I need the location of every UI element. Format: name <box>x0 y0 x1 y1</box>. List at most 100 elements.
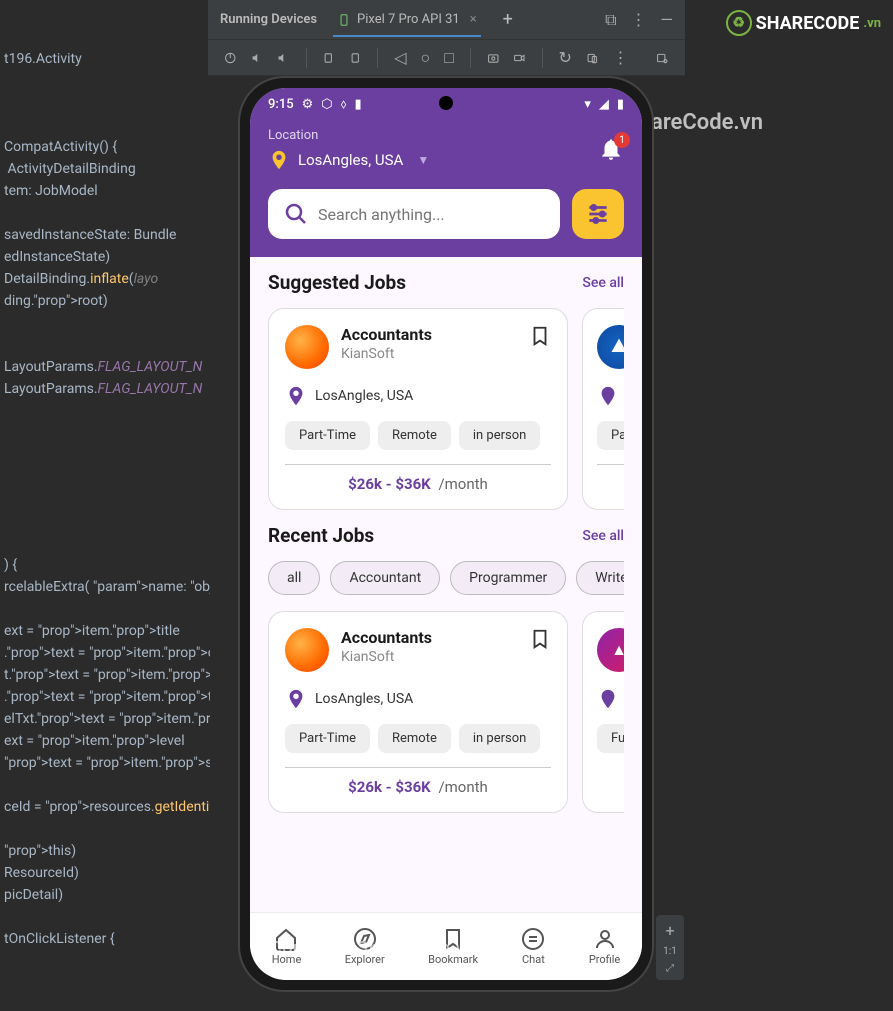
job-tag: in person <box>459 724 540 753</box>
ide-tab-bar: Running Devices Pixel 7 Pro API 31 × + ⧉… <box>208 0 685 40</box>
job-salary: $26k - $36K <box>348 475 431 493</box>
job-period: /month <box>438 475 487 493</box>
close-tab-icon[interactable]: × <box>470 12 477 27</box>
location-selector[interactable]: LosAngles, USA ▼ <box>268 149 429 171</box>
overview-icon[interactable]: □ <box>444 48 454 68</box>
search-input-wrap[interactable] <box>268 189 560 239</box>
company-logo <box>285 628 329 672</box>
nav-profile[interactable]: Profile <box>589 927 620 966</box>
filter-chip[interactable]: Accountant <box>330 561 440 595</box>
add-panel-icon[interactable]: + <box>665 921 674 940</box>
recycle-icon: ♻ <box>726 10 752 36</box>
job-title: Accountants <box>341 628 517 647</box>
shield-small-icon: ⬡ <box>321 97 332 112</box>
bookmark-icon[interactable] <box>529 325 551 347</box>
job-company: KianSoft <box>341 346 517 362</box>
power-icon[interactable] <box>224 50 237 66</box>
company-logo <box>285 325 329 369</box>
location-pin-icon <box>597 385 619 407</box>
location-pin-icon <box>285 688 307 710</box>
location-label: Location <box>268 128 429 143</box>
job-location: LosAngles, USA <box>285 385 551 407</box>
job-tag: in person <box>459 421 540 450</box>
signal-icon: ◢ <box>599 97 609 112</box>
job-tag: Part-Time <box>285 724 370 753</box>
running-devices-label: Running Devices <box>220 12 317 27</box>
job-location: LosAngles, USA <box>285 688 551 710</box>
job-salary: $26k - $36K <box>348 778 431 796</box>
filter-chip[interactable]: Writer <box>576 561 624 595</box>
volume-down-icon[interactable] <box>277 50 290 66</box>
job-tag: Remote <box>378 421 451 450</box>
screenshot-icon[interactable] <box>487 50 500 66</box>
zoom-ratio[interactable]: 1:1 <box>663 946 677 957</box>
search-device-icon[interactable] <box>656 50 669 66</box>
job-tag: Ful <box>597 724 624 753</box>
profile-icon <box>593 927 617 951</box>
watermark-bottom: Copyright ShareCode.vn <box>270 938 476 959</box>
filter-button[interactable] <box>572 189 624 239</box>
job-tag: Part- <box>597 421 624 450</box>
phone-screen: 9:15 ⚙ ⬡ ⬨ ▮ ▾ ◢ ▮ Location LosAngles, U… <box>250 88 642 980</box>
nav-chat[interactable]: Chat <box>521 927 545 966</box>
job-company: KianSoft <box>341 649 517 665</box>
company-logo: ▲ <box>597 628 624 672</box>
filter-chip[interactable]: Programmer <box>450 561 566 595</box>
volume-up-icon[interactable] <box>251 50 264 66</box>
code-editor: t196.Activity CompatActivity() { Activit… <box>0 48 210 950</box>
suggested-see-all[interactable]: See all <box>582 275 624 291</box>
company-logo <box>597 325 624 369</box>
job-location: Ne <box>597 385 624 407</box>
refresh-icon[interactable]: ↻ <box>559 48 572 67</box>
location-pin-icon <box>285 385 307 407</box>
battery-icon: ▮ <box>617 97 624 112</box>
job-period: /month <box>438 778 487 796</box>
expand-icon[interactable]: ⤢ <box>666 963 674 974</box>
sliders-icon <box>585 201 611 227</box>
recent-card[interactable]: Accountants KianSoft LosAngles, USA Part… <box>268 611 568 813</box>
suggested-card[interactable]: Accountants KianSoft LosAngles, USA Part… <box>268 308 568 510</box>
bookmark-icon[interactable] <box>529 628 551 650</box>
phone-frame: 9:15 ⚙ ⬡ ⬨ ▮ ▾ ◢ ▮ Location LosAngles, U… <box>240 78 652 990</box>
job-tag: Remote <box>378 724 451 753</box>
dock-icon[interactable]: ⧉ <box>605 10 616 30</box>
home-icon[interactable]: ○ <box>421 48 431 68</box>
sharecode-logo: ♻ SHARECODE.vn <box>726 10 881 36</box>
wifi-icon: ▾ <box>584 97 591 112</box>
suggested-card-partial[interactable]: Ne Part- <box>582 308 624 510</box>
more-vert-icon[interactable]: ⋮ <box>612 48 628 67</box>
job-title: Accountants <box>341 325 517 344</box>
emulator-toolbar: ◁ ○ □ ↻ ⋮ <box>208 40 685 76</box>
phone-icon <box>337 13 351 27</box>
location-pin-icon <box>597 688 619 710</box>
status-time: 9:15 <box>268 97 294 112</box>
usb-small-icon: ⬨ <box>341 97 347 112</box>
rotate-right-icon[interactable] <box>349 50 362 66</box>
notification-badge: 1 <box>614 132 630 148</box>
search-input[interactable] <box>318 205 544 224</box>
suggested-section: Suggested Jobs See all Accountants KianS… <box>250 257 642 510</box>
settings-small-icon: ⚙ <box>302 97 314 112</box>
recent-title: Recent Jobs <box>268 524 374 547</box>
recent-section: Recent Jobs See all all Accountant Progr… <box>250 510 642 813</box>
app-header: Location LosAngles, USA ▼ 1 <box>250 120 642 257</box>
sd-small-icon: ▮ <box>354 97 361 112</box>
suggested-title: Suggested Jobs <box>268 271 406 294</box>
add-tab-button[interactable]: + <box>503 9 513 30</box>
minimize-icon[interactable]: — <box>661 10 674 30</box>
record-icon[interactable] <box>513 50 526 66</box>
filter-chip[interactable]: all <box>268 561 320 595</box>
more-icon[interactable]: ⋮ <box>631 10 647 30</box>
notifications-button[interactable]: 1 <box>598 136 624 166</box>
job-tag: Part-Time <box>285 421 370 450</box>
camera-notch <box>439 96 453 110</box>
location-pin-icon <box>268 149 290 171</box>
recent-see-all[interactable]: See all <box>582 528 624 544</box>
back-icon[interactable]: ◁ <box>394 48 406 67</box>
rotate-left-icon[interactable] <box>322 50 335 66</box>
recent-card-partial[interactable]: ▲ Ful <box>582 611 624 813</box>
devices-icon[interactable] <box>586 50 599 66</box>
device-tab[interactable]: Pixel 7 Pro API 31 × <box>333 2 481 37</box>
job-location <box>597 688 624 710</box>
emulator-side-panel: + 1:1 ⤢ <box>656 915 684 980</box>
